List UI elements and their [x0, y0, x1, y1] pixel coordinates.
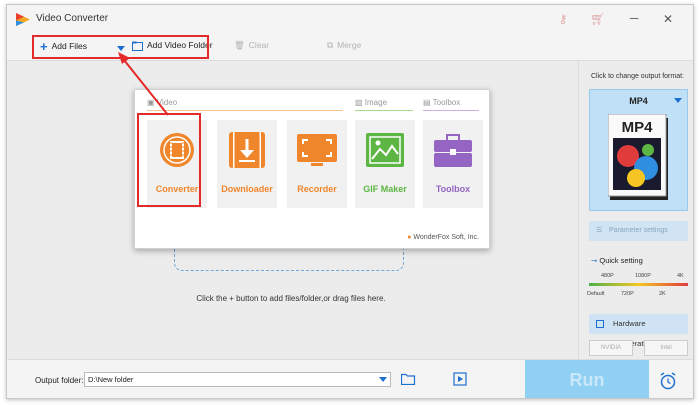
key-icon[interactable]: ⚷ [555, 11, 571, 27]
change-format-hint: Click to change output format: [591, 73, 684, 80]
quality-default: Default [587, 291, 605, 297]
converter-highlight [137, 113, 201, 207]
output-folder-value: D:\New folder [88, 375, 134, 384]
section-image: ▨ Image [355, 98, 388, 107]
output-folder-dropdown-icon[interactable] [379, 377, 387, 382]
quick-setting-label: ⊸ Quick setting [591, 256, 643, 265]
quality-slider[interactable] [589, 283, 688, 286]
toolbox-section-icon: ▤ [423, 98, 433, 107]
mp4-format-icon: MP4 [608, 114, 668, 200]
quality-2k: 2K [659, 291, 666, 297]
toolbox-tile[interactable]: Toolbox [423, 120, 483, 208]
mp4-badge-text: MP4 [622, 119, 654, 136]
image-section-line [355, 110, 413, 111]
output-format-panel: Click to change output format: MP4 MP4 ☰… [578, 61, 693, 359]
recorder-tile[interactable]: Recorder [287, 120, 347, 208]
file-drop-area[interactable]: Click the + button to add files/folder,o… [7, 61, 575, 359]
bottom-bar: Output folder: D:\New folder Run [7, 359, 693, 398]
download-icon [229, 132, 265, 168]
format-dropdown-icon [674, 98, 682, 103]
trash-icon: 🗑︎ [234, 40, 245, 51]
format-name: MP4 [629, 96, 648, 106]
wonderfox-logo-icon: ● [407, 234, 412, 241]
app-window: Video Converter ⚷ 🛒︎ ─ ✕ + Add Files Add … [6, 4, 694, 399]
section-toolbox: ▤ Toolbox [423, 98, 461, 107]
run-button[interactable]: Run [525, 360, 649, 398]
screen-record-icon [297, 134, 337, 166]
open-folder-icon[interactable] [401, 373, 416, 385]
downloader-tile[interactable]: Downloader [217, 120, 277, 208]
window-title: Video Converter [36, 13, 109, 24]
merge-icon: ⧉ [327, 40, 334, 51]
intel-chip[interactable]: Intel [644, 340, 688, 356]
alarm-clock-icon[interactable] [659, 372, 677, 390]
section-video: ▣ Video [147, 98, 178, 107]
merge-button[interactable]: ⧉ Merge [327, 40, 361, 51]
brand-text: ● WonderFox Soft, Inc. [407, 234, 479, 241]
quality-480p: 480P [601, 273, 614, 279]
minimize-button[interactable]: ─ [625, 9, 643, 27]
quick-setting-icon: ⊸ [591, 256, 598, 265]
video-section-icon: ▣ [147, 98, 157, 107]
app-logo-icon [16, 13, 30, 26]
video-section-line [147, 110, 343, 111]
merge-label: Merge [337, 40, 362, 50]
gif-maker-tile[interactable]: GIF Maker [355, 120, 415, 208]
title-bar: Video Converter ⚷ 🛒︎ ─ ✕ [7, 5, 693, 33]
hardware-acceleration-toggle[interactable]: Hardware acceleration [589, 314, 688, 348]
format-selector[interactable]: MP4 MP4 [589, 89, 688, 211]
quality-4k: 4K [677, 273, 684, 279]
parameter-settings-button[interactable]: ☰ Parameter settings [589, 221, 688, 241]
output-folder-field[interactable]: D:\New folder [84, 372, 391, 387]
checkbox-icon [596, 320, 604, 328]
quality-720p: 720P [621, 291, 634, 297]
toolbox-label: Toolbox [435, 184, 471, 194]
output-folder-label: Output folder: [35, 376, 84, 385]
drop-hint-text: Click the + button to add files/folder,o… [196, 294, 386, 303]
open-output-video-icon[interactable] [453, 372, 467, 386]
clear-button[interactable]: 🗑︎ Clear [234, 40, 269, 51]
image-section-icon: ▨ [355, 98, 365, 107]
sliders-icon: ☰ [596, 227, 603, 234]
nvidia-chip[interactable]: NVIDIA [589, 340, 633, 356]
downloader-label: Downloader [221, 184, 273, 194]
clear-label: Clear [248, 40, 270, 50]
add-files-highlight [32, 35, 209, 59]
close-button[interactable]: ✕ [659, 10, 677, 28]
toolbox-icon [434, 134, 472, 167]
picture-icon [366, 133, 404, 167]
toolbox-section-line [423, 110, 479, 111]
quality-1080p: 1080P [635, 273, 651, 279]
cart-icon[interactable]: 🛒︎ [590, 11, 606, 27]
